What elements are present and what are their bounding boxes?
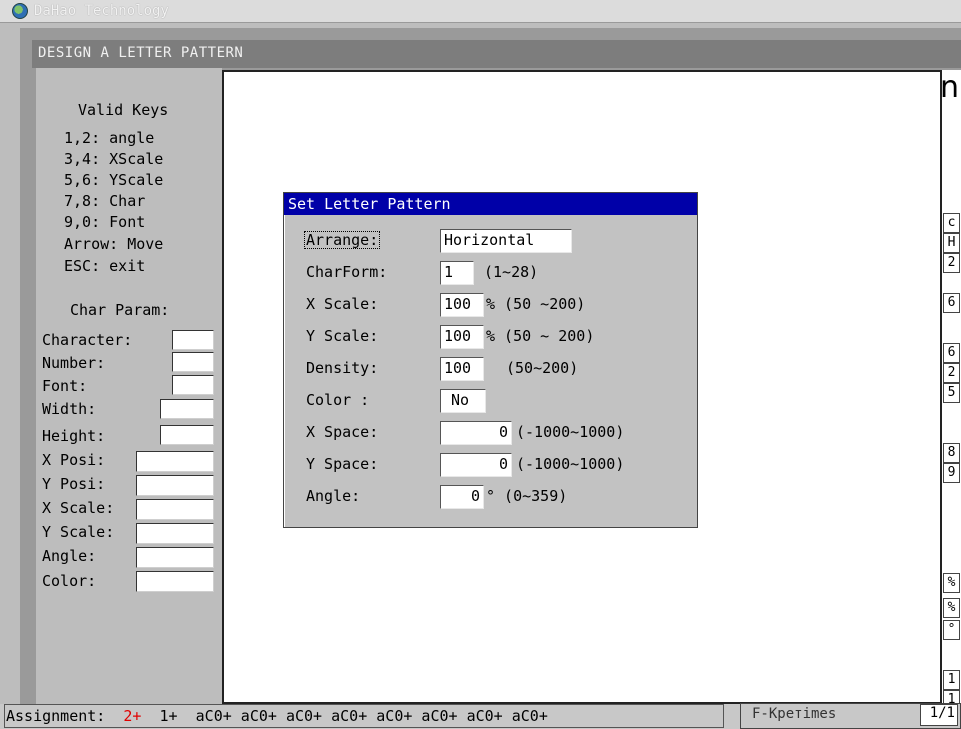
x-space-input[interactable]: 0 <box>440 421 512 445</box>
key-hint: 7,8: Char <box>64 192 146 210</box>
color-toggle[interactable]: No <box>440 389 486 413</box>
arrange-select[interactable]: Horizontal <box>440 229 572 253</box>
edge-field: 6 <box>943 343 960 363</box>
right-status-label: F-Kpeтimes <box>752 706 837 722</box>
arrange-label: Arrange: <box>304 231 381 249</box>
character-field[interactable] <box>172 330 214 350</box>
assignment-line: Assignment: 2+ 1+ aC0+ aC0+ aC0+ aC0+ aC… <box>6 707 548 725</box>
assignment-label: Assignment: <box>6 707 106 725</box>
font-field[interactable] <box>172 375 214 395</box>
color-field[interactable] <box>136 571 214 592</box>
set-letter-pattern-dialog: Set Letter Pattern Arrange: Horizontal C… <box>283 192 698 528</box>
edge-field: H <box>943 233 960 253</box>
edge-field: ° <box>943 620 960 640</box>
param-label-x-posi: X Posi: <box>42 451 106 469</box>
edge-field: 6 <box>943 293 960 313</box>
angle-label: Angle: <box>306 487 361 505</box>
height-field[interactable] <box>160 425 214 445</box>
edge-field: 2 <box>943 253 960 273</box>
valid-keys-title: Valid Keys <box>78 101 169 119</box>
globe-icon <box>12 3 28 19</box>
param-label-font: Font: <box>42 377 88 395</box>
y-space-label: Y Space: <box>306 455 379 473</box>
x-scale-field[interactable] <box>136 499 214 520</box>
x-scale-range: % (50 ~200) <box>486 295 586 313</box>
edge-field: 9 <box>943 463 960 483</box>
angle-field[interactable] <box>136 547 214 568</box>
design-window-title: DESIGN A LETTER PATTERN <box>38 45 244 61</box>
y-scale-label: Y Scale: <box>306 327 379 345</box>
param-label-angle: Angle: <box>42 547 97 565</box>
charform-label: CharForm: <box>306 263 388 281</box>
param-label-x-scale: X Scale: <box>42 499 115 517</box>
edge-field: 5 <box>943 383 960 403</box>
x-posi-field[interactable] <box>136 451 214 472</box>
y-scale-field[interactable] <box>136 523 214 544</box>
key-hint: Arrow: Move <box>64 235 164 253</box>
edge-field: % <box>943 573 960 593</box>
param-label-height: Height: <box>42 427 106 445</box>
dialog-titlebar[interactable]: Set Letter Pattern <box>284 193 697 215</box>
param-label-number: Number: <box>42 354 106 372</box>
edge-field: c <box>943 213 960 233</box>
charform-input[interactable]: 1 <box>440 261 474 285</box>
assignment-active[interactable]: 2+ <box>123 707 141 725</box>
page-counter: 1/1 <box>920 704 958 726</box>
param-label-color: Color: <box>42 572 97 590</box>
assignment-list[interactable]: 1+ aC0+ aC0+ aC0+ aC0+ aC0+ aC0+ aC0+ aC… <box>160 707 548 725</box>
charform-range: (1~28) <box>484 263 539 281</box>
param-label-character: Character: <box>42 331 133 349</box>
y-posi-field[interactable] <box>136 475 214 496</box>
edge-letter: n <box>940 70 960 105</box>
density-range: (50~200) <box>506 359 579 377</box>
param-label-width: Width: <box>42 400 97 418</box>
width-field[interactable] <box>160 399 214 419</box>
param-label-y-posi: Y Posi: <box>42 475 106 493</box>
key-hint: 9,0: Font <box>64 213 146 231</box>
param-label-y-scale: Y Scale: <box>42 523 115 541</box>
x-space-label: X Space: <box>306 423 379 441</box>
key-hint: 3,4: XScale <box>64 150 164 168</box>
dialog-title: Set Letter Pattern <box>288 195 451 213</box>
char-param-title: Char Param: <box>70 301 170 319</box>
x-scale-label: X Scale: <box>306 295 379 313</box>
key-hint: 5,6: YScale <box>64 171 164 189</box>
angle-range: ° (0~359) <box>486 487 568 505</box>
edge-field: 8 <box>943 443 960 463</box>
edge-field: 2 <box>943 363 960 383</box>
key-hint: ESC: exit <box>64 257 146 275</box>
density-input[interactable]: 100 <box>440 357 484 381</box>
x-scale-input[interactable]: 100 <box>440 293 484 317</box>
app-title: DaHao Technology <box>34 3 169 19</box>
y-space-input[interactable]: 0 <box>440 453 512 477</box>
color-label: Color : <box>306 391 370 409</box>
edge-field: 1 <box>943 670 960 690</box>
number-field[interactable] <box>172 352 214 372</box>
y-scale-input[interactable]: 100 <box>440 325 484 349</box>
design-window-titlebar: DESIGN A LETTER PATTERN <box>32 40 961 68</box>
density-label: Density: <box>306 359 379 377</box>
angle-input[interactable]: 0 <box>440 485 484 509</box>
edge-field: % <box>943 598 960 618</box>
y-space-range: (-1000~1000) <box>516 455 625 473</box>
y-scale-range: % (50 ~ 200) <box>486 327 595 345</box>
key-hint: 1,2: angle <box>64 129 155 147</box>
x-space-range: (-1000~1000) <box>516 423 625 441</box>
